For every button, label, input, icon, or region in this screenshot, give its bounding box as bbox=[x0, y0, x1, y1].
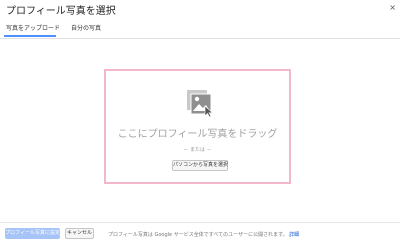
visibility-notice: プロフィール写真は Google サービス全体ですべてのユーザーに公開されます。… bbox=[108, 231, 299, 238]
notice-text: プロフィール写真は Google サービス全体ですべてのユーザーに公開されます。 bbox=[108, 232, 288, 238]
cancel-button[interactable]: キャンセル bbox=[65, 228, 94, 239]
set-profile-photo-button[interactable]: プロフィール写真に設定 bbox=[5, 228, 60, 239]
tab-your-photos[interactable]: 自分の写真 bbox=[71, 23, 101, 32]
tab-upload-photo[interactable]: 写真をアップロード bbox=[6, 23, 60, 32]
profile-photo-dialog: プロフィール写真を選択 × 写真をアップロード 自分の写真 ここにプロフィール写… bbox=[0, 0, 400, 242]
close-icon[interactable]: × bbox=[389, 3, 396, 12]
dialog-footer: プロフィール写真に設定 キャンセル プロフィール写真は Google サービス全… bbox=[0, 222, 400, 242]
dialog-title: プロフィール写真を選択 bbox=[6, 6, 116, 17]
select-from-computer-button[interactable]: パソコンから写真を選択 bbox=[172, 160, 228, 171]
active-tab-indicator bbox=[4, 35, 56, 37]
photo-icon bbox=[187, 90, 214, 117]
learn-more-link[interactable]: 詳細 bbox=[289, 232, 299, 238]
or-separator: － または － bbox=[183, 147, 212, 153]
photo-drop-zone[interactable]: ここにプロフィール写真をドラッグ － または － パソコンから写真を選択 bbox=[104, 69, 291, 184]
drop-instruction: ここにプロフィール写真をドラッグ bbox=[117, 129, 278, 140]
tab-bar: 写真をアップロード 自分の写真 bbox=[0, 19, 400, 39]
